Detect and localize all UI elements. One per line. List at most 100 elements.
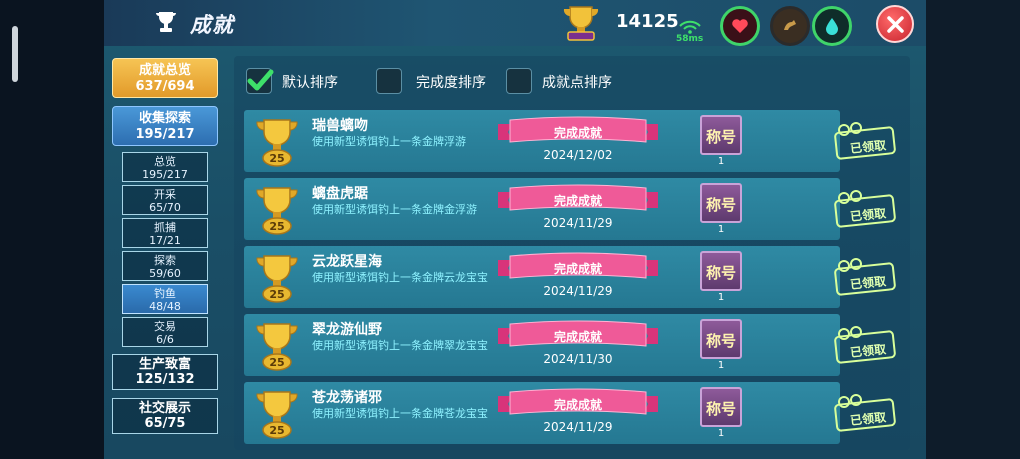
title-badge-label: 称号 bbox=[705, 332, 736, 350]
sidebar-item-label: 探索 bbox=[154, 254, 176, 267]
row-description: 使用新型诱饵钓上一条金牌浮游 bbox=[312, 135, 466, 148]
row-name: 瑞兽螭吻 bbox=[312, 118, 368, 134]
row-status: 完成成就 bbox=[553, 126, 602, 140]
row-date: 2024/11/29 bbox=[543, 420, 613, 434]
water-button[interactable] bbox=[812, 6, 852, 46]
health-button[interactable] bbox=[720, 6, 760, 46]
sort-completion-label[interactable]: 完成度排序 bbox=[416, 72, 486, 92]
achievement-row: 25 螭盘虎踞 使用新型诱饵钓上一条金牌金浮游 完成成就 2024/11/29 … bbox=[244, 178, 896, 240]
side-handle[interactable] bbox=[12, 26, 18, 82]
sort-points-checkbox[interactable] bbox=[506, 68, 532, 94]
achievement-row: 25 瑞兽螭吻 使用新型诱饵钓上一条金牌浮游 完成成就 2024/12/02 称… bbox=[244, 110, 896, 172]
trophy-cup-icon: 25 bbox=[256, 391, 298, 439]
title-reward-badge[interactable]: 称号 bbox=[700, 319, 742, 359]
checkmark-icon bbox=[247, 69, 274, 91]
sort-points-label[interactable]: 成就点排序 bbox=[542, 72, 612, 92]
sidebar-item-count: 195/217 bbox=[142, 168, 188, 181]
row-status: 完成成就 bbox=[553, 330, 602, 344]
row-points: 25 bbox=[269, 152, 284, 165]
row-points: 25 bbox=[269, 424, 284, 437]
row-date: 2024/12/02 bbox=[543, 148, 613, 162]
row-status: 完成成就 bbox=[553, 398, 602, 412]
close-button[interactable] bbox=[876, 5, 914, 43]
title-reward-badge[interactable]: 称号 bbox=[700, 183, 742, 223]
arm-icon bbox=[784, 20, 796, 30]
row-name: 苍龙荡诸邪 bbox=[312, 390, 382, 406]
page-title: 成就 bbox=[190, 13, 234, 37]
sidebar-item-label: 开采 bbox=[154, 188, 176, 201]
row-date: 2024/11/30 bbox=[543, 352, 613, 366]
row-date: 2024/11/29 bbox=[543, 284, 613, 298]
sidebar-collect-count: 195/217 bbox=[135, 127, 195, 142]
row-points: 25 bbox=[269, 220, 284, 233]
sidebar-production-label: 生产致富 bbox=[138, 357, 191, 372]
title-badge-label: 称号 bbox=[705, 128, 736, 146]
achievement-points: 14125 bbox=[616, 11, 679, 32]
achievement-panel: 成就 14125 58ms 成就总览 637/694 收集探索 195/217 … bbox=[104, 0, 926, 459]
sidebar-item-count: 65/70 bbox=[149, 201, 181, 214]
title-badge-label: 称号 bbox=[705, 196, 736, 214]
sort-completion-checkbox[interactable] bbox=[376, 68, 402, 94]
sidebar-collect-label: 收集探索 bbox=[138, 111, 191, 126]
sidebar-production[interactable]: 生产致富 125/132 bbox=[112, 354, 218, 390]
title-reward-badge[interactable]: 称号 bbox=[700, 251, 742, 291]
sidebar-item-count: 48/48 bbox=[149, 300, 181, 313]
achievement-row: 25 苍龙荡诸邪 使用新型诱饵钓上一条金牌苍龙宝宝 完成成就 2024/11/2… bbox=[244, 382, 896, 444]
left-bezel bbox=[0, 0, 104, 459]
title-badge-label: 称号 bbox=[705, 400, 736, 418]
sidebar-social[interactable]: 社交展示 65/75 bbox=[112, 398, 218, 434]
wifi-icon bbox=[679, 20, 701, 34]
gold-cup-icon bbox=[563, 6, 599, 41]
sidebar-item-capture[interactable]: 抓捕 17/21 bbox=[122, 218, 208, 248]
header-bar: 成就 14125 58ms bbox=[104, 0, 926, 46]
sidebar-item-mining[interactable]: 开采 65/70 bbox=[122, 185, 208, 215]
sidebar-item-overview[interactable]: 总览 195/217 bbox=[122, 152, 208, 182]
sidebar-social-count: 65/75 bbox=[144, 416, 186, 431]
water-drop-icon bbox=[826, 18, 838, 35]
row-name: 云龙跃星海 bbox=[312, 254, 382, 270]
sidebar-collect-explore[interactable]: 收集探索 195/217 bbox=[112, 106, 218, 146]
row-name: 螭盘虎踞 bbox=[312, 186, 368, 202]
trophy-cup-icon: 25 bbox=[256, 255, 298, 303]
claimed-stamp: 已领取 bbox=[830, 258, 900, 298]
ping-text: 58ms bbox=[676, 34, 704, 44]
sidebar-production-count: 125/132 bbox=[135, 372, 195, 387]
row-points: 25 bbox=[269, 288, 284, 301]
row-name: 翠龙游仙野 bbox=[312, 322, 382, 338]
sort-default-checkbox[interactable] bbox=[246, 68, 274, 94]
trophy-cup-icon: 25 bbox=[256, 119, 298, 167]
row-description: 使用新型诱饵钓上一条金牌金浮游 bbox=[312, 203, 477, 216]
claimed-stamp: 已领取 bbox=[830, 190, 900, 230]
title-reward-badge[interactable]: 称号 bbox=[700, 115, 742, 155]
title-badge-label: 称号 bbox=[705, 264, 736, 282]
reward-count: 1 bbox=[717, 428, 725, 439]
sidebar-item-fishing[interactable]: 钓鱼 48/48 bbox=[122, 284, 208, 314]
close-icon bbox=[887, 16, 904, 33]
reward-count: 1 bbox=[717, 360, 725, 371]
trophy-cup-icon: 25 bbox=[256, 187, 298, 235]
trophy-cup-icon: 25 bbox=[256, 323, 298, 371]
reward-count: 1 bbox=[717, 224, 725, 235]
heart-icon bbox=[732, 19, 748, 33]
row-points: 25 bbox=[269, 356, 284, 369]
sidebar-item-label: 钓鱼 bbox=[154, 287, 176, 300]
row-status: 完成成就 bbox=[553, 262, 602, 276]
row-description: 使用新型诱饵钓上一条金牌云龙宝宝 bbox=[312, 271, 488, 284]
reward-count: 1 bbox=[717, 292, 725, 303]
sort-default-label[interactable]: 默认排序 bbox=[282, 72, 338, 92]
sidebar-achievement-summary[interactable]: 成就总览 637/694 bbox=[112, 58, 218, 98]
achievement-row: 25 云龙跃星海 使用新型诱饵钓上一条金牌云龙宝宝 完成成就 2024/11/2… bbox=[244, 246, 896, 308]
row-description: 使用新型诱饵钓上一条金牌苍龙宝宝 bbox=[312, 407, 488, 420]
title-reward-badge[interactable]: 称号 bbox=[700, 387, 742, 427]
sidebar-item-trade[interactable]: 交易 6/6 bbox=[122, 317, 208, 347]
row-status: 完成成就 bbox=[553, 194, 602, 208]
row-description: 使用新型诱饵钓上一条金牌翠龙宝宝 bbox=[312, 339, 488, 352]
sidebar-item-explore[interactable]: 探索 59/60 bbox=[122, 251, 208, 281]
sidebar-item-count: 17/21 bbox=[149, 234, 181, 247]
trophy-icon bbox=[156, 12, 176, 32]
achievement-row: 25 翠龙游仙野 使用新型诱饵钓上一条金牌翠龙宝宝 完成成就 2024/11/3… bbox=[244, 314, 896, 376]
right-bezel bbox=[924, 0, 1020, 459]
stamina-button[interactable] bbox=[770, 6, 810, 46]
sidebar-summary-label: 成就总览 bbox=[138, 63, 191, 78]
claimed-stamp: 已领取 bbox=[830, 122, 900, 162]
